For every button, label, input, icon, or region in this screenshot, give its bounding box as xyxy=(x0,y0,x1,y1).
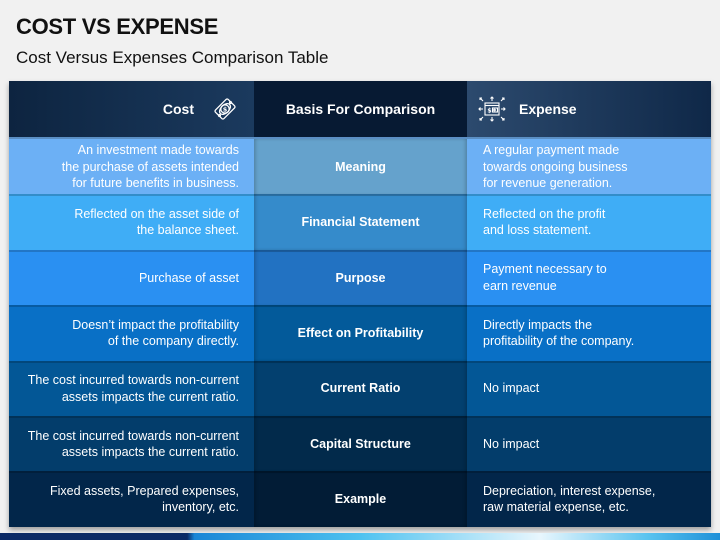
svg-text:$: $ xyxy=(487,108,491,115)
expense-cell-text: Depreciation, interest expense, raw mate… xyxy=(483,483,656,515)
basis-cell-text: Capital Structure xyxy=(310,436,411,451)
basis-cell-text: Example xyxy=(334,492,387,507)
table-row: Fixed assets, Prepared expenses, invento… xyxy=(9,471,711,528)
cost-cell: Reflected on the asset side of the balan… xyxy=(9,194,254,251)
table-row: The cost incurred towards non-current as… xyxy=(9,416,711,472)
cost-cell: Doesn’t impact the profitability of the … xyxy=(9,305,254,362)
column-header-label: Basis For Comparison xyxy=(285,101,436,117)
column-header-basis: Basis For Comparison xyxy=(254,81,467,137)
column-header-label: Expense xyxy=(519,101,577,117)
cost-cell-text: An investment made towards the purchase … xyxy=(61,143,239,191)
expense-cell: No impact xyxy=(467,416,711,472)
comparison-table: Cost $ Basis For Comparison $ Expense An… xyxy=(9,81,711,528)
cost-cell-text: Purchase of asset xyxy=(138,270,239,285)
svg-text:$: $ xyxy=(223,106,228,114)
row-divider xyxy=(9,194,711,197)
cost-cell: Fixed assets, Prepared expenses, invento… xyxy=(9,471,254,528)
column-header-expense: $ Expense xyxy=(467,81,711,137)
table-row: An investment made towards the purchase … xyxy=(9,139,711,195)
basis-cell-text: Effect on Profitability xyxy=(297,325,424,340)
expense-cell: No impact xyxy=(467,360,711,417)
cost-cell: An investment made towards the purchase … xyxy=(9,139,254,195)
table-row: Reflected on the asset side of the balan… xyxy=(9,194,711,251)
cost-cell: The cost incurred towards non-current as… xyxy=(9,416,254,472)
expense-cell: Directly impacts the profitability of th… xyxy=(467,305,711,362)
cost-cell-text: The cost incurred towards non-current as… xyxy=(27,373,239,404)
expense-cell-text: No impact xyxy=(483,381,540,396)
wallet-spending-icon: $ xyxy=(477,94,507,124)
expense-cell: Depreciation, interest expense, raw mate… xyxy=(467,471,711,528)
cost-cell: Purchase of asset xyxy=(9,249,254,306)
cost-cell-text: Doesn’t impact the profitability of the … xyxy=(72,317,239,349)
basis-cell-text: Meaning xyxy=(335,159,386,174)
money-bill-icon: $ xyxy=(210,94,240,124)
expense-cell-text: A regular payment made towards ongoing b… xyxy=(483,143,628,191)
cost-cell-text: Fixed assets, Prepared expenses, invento… xyxy=(50,483,239,515)
basis-cell: Meaning xyxy=(254,139,467,195)
expense-cell: Reflected on the profit and loss stateme… xyxy=(467,194,711,251)
expense-cell-text: Reflected on the profit and loss stateme… xyxy=(483,206,606,238)
expense-cell: A regular payment made towards ongoing b… xyxy=(467,139,711,195)
column-header-cost: Cost $ xyxy=(9,81,254,137)
basis-cell: Purpose xyxy=(254,249,467,306)
basis-cell: Current Ratio xyxy=(254,360,467,417)
table-row: Doesn’t impact the profitability of the … xyxy=(9,305,711,362)
table-row: Purchase of asset Purpose Payment necessar… xyxy=(9,249,711,306)
basis-cell: Effect on Profitability xyxy=(254,305,467,362)
page-title: COST VS EXPENSE xyxy=(16,14,219,39)
row-divider xyxy=(9,249,711,252)
expense-cell: Payment necessary to earn revenue xyxy=(467,249,711,306)
basis-cell: Example xyxy=(254,471,467,528)
column-header-label: Cost xyxy=(162,101,194,117)
expense-cell-text: Payment necessary to earn revenue xyxy=(483,262,607,293)
expense-cell-text: Directly impacts the profitability of th… xyxy=(483,317,635,349)
basis-cell-text: Purpose xyxy=(335,270,386,285)
basis-cell-text: Current Ratio xyxy=(320,381,401,396)
basis-cell: Financial Statement xyxy=(254,194,467,251)
footer-gradient-bar xyxy=(0,533,720,540)
page-subtitle: Cost Versus Expenses Comparison Table xyxy=(16,48,329,67)
cost-cell-text: The cost incurred towards non-current as… xyxy=(27,428,239,460)
expense-cell-text: No impact xyxy=(483,436,540,451)
basis-cell-text: Financial Statement xyxy=(301,215,420,230)
row-divider xyxy=(9,360,711,363)
table-row: The cost incurred towards non-current as… xyxy=(9,360,711,417)
row-divider xyxy=(9,305,711,308)
row-divider xyxy=(9,471,711,474)
cost-cell: The cost incurred towards non-current as… xyxy=(9,360,254,417)
basis-cell: Capital Structure xyxy=(254,416,467,472)
cost-cell-text: Reflected on the asset side of the balan… xyxy=(74,206,239,238)
row-divider xyxy=(9,416,711,418)
